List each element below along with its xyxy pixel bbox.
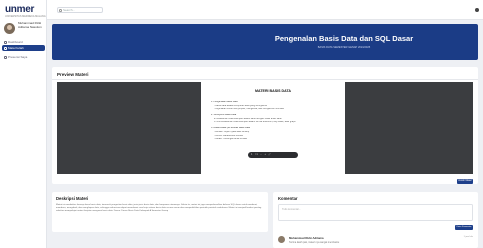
- preview-heading: Preview Materi: [57, 72, 89, 77]
- sidebar: unmer UNIVERSITAS MERDEKA MALANG Muhamma…: [0, 0, 47, 248]
- sidebar-item-label: Dashboard: [8, 40, 23, 44]
- pdf-viewer[interactable]: MATERI BASIS DATA 1. Pengenalan Basis Da…: [57, 82, 473, 174]
- comment-time: 1 jam lalu: [463, 236, 473, 238]
- zoom-out-button[interactable]: −: [260, 153, 261, 156]
- comment-card: Komentar Tulis komentar... Kirim Komenta…: [273, 192, 478, 248]
- comment-placeholder: Tulis komentar...: [282, 208, 301, 211]
- send-comment-button[interactable]: Kirim Komentar: [455, 225, 473, 230]
- description-text: Materi ini membahas konsep dasar basis d…: [56, 204, 262, 213]
- page-subtitle: BASIS DATA SEMESTER GENAP 2024/2025: [317, 46, 371, 49]
- calendar-icon: [3, 55, 7, 59]
- brand-logo[interactable]: unmer: [5, 4, 34, 15]
- profile-name: Muhammad Rizki Aditama Nasution: [18, 21, 42, 29]
- brand-tagline: UNIVERSITAS MERDEKA MALANG: [5, 15, 46, 18]
- comment-author: Muhammad Rizki Aditama: [289, 236, 324, 240]
- pdf-toolbar: 1 / 1 − + ⤢: [248, 152, 298, 158]
- user-menu-icon[interactable]: [475, 8, 479, 12]
- fit-page-button[interactable]: ⤢: [269, 153, 271, 156]
- page-number[interactable]: 1: [251, 153, 252, 156]
- search-icon: [59, 9, 62, 12]
- sidebar-item-label: Mata Kuliah: [8, 46, 24, 50]
- document-title: MATERI BASIS DATA: [255, 89, 291, 93]
- description-card: Deskripsi Materi Materi ini membahas kon…: [52, 192, 268, 232]
- zoom-in-button[interactable]: +: [264, 153, 265, 156]
- divider: [52, 79, 478, 80]
- document-body: 1. Pengenalan Basis Data - Basis data ada…: [211, 101, 335, 142]
- pdf-page: MATERI BASIS DATA 1. Pengenalan Basis Da…: [201, 82, 345, 174]
- download-button[interactable]: Unduh Materi: [457, 179, 473, 184]
- book-icon: [3, 46, 7, 50]
- comment-item: Muhammad Rizki Aditama Terima kasih pak,…: [278, 234, 473, 246]
- sidebar-item-label: Presensi Saya: [8, 55, 28, 59]
- document-line: - Digunakan untuk menyimpan, mengelola, …: [214, 108, 284, 111]
- search-input[interactable]: Search...: [57, 7, 103, 13]
- description-heading: Deskripsi Materi: [56, 196, 89, 201]
- document-line: - Relasi: Hubungan antar entitas: [214, 138, 247, 141]
- page-title: Pengenalan Basis Data dan SQL Dasar: [274, 34, 414, 43]
- topbar: Search...: [47, 0, 483, 20]
- comment-text: Terima kasih pak, materi nya sangat memb…: [289, 240, 340, 244]
- search-placeholder: Search...: [63, 8, 76, 12]
- course-banner: Pengenalan Basis Data dan SQL Dasar BASI…: [52, 24, 478, 60]
- sidebar-item-mata-kuliah[interactable]: Mata Kuliah: [2, 45, 45, 51]
- page-total: / 1: [255, 153, 258, 156]
- home-icon: [3, 40, 7, 44]
- preview-card: Preview Materi MATERI BASIS DATA 1. Peng…: [52, 67, 478, 184]
- avatar: [4, 23, 15, 34]
- user-profile[interactable]: Muhammad Rizki Aditama Nasution: [4, 21, 44, 36]
- sidebar-item-presensi[interactable]: Presensi Saya: [2, 54, 45, 60]
- comment-heading: Komentar: [278, 196, 298, 201]
- document-line: b. Non-Relasional: Data disimpan dalam f…: [214, 121, 296, 124]
- comment-input[interactable]: Tulis komentar...: [278, 204, 473, 221]
- avatar: [278, 236, 285, 243]
